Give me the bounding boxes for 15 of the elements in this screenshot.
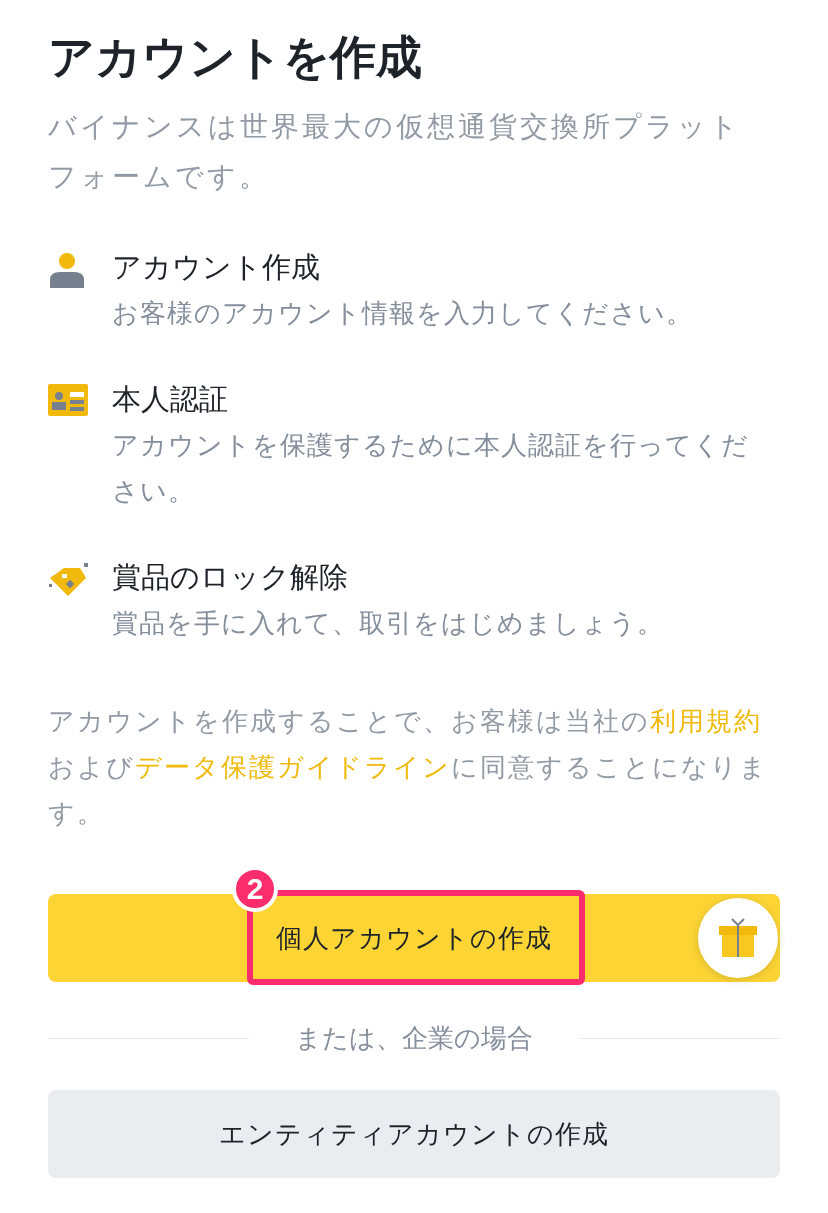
- person-icon: [48, 252, 86, 290]
- page-title: アカウントを作成: [48, 30, 423, 85]
- step-title: 本人認証: [112, 382, 229, 417]
- step-description: お客様のアカウント情報を入力してください。: [112, 297, 694, 330]
- subtitle: バイナンスは世界最大の仮想通貨交換所プラットフォームです。: [48, 110, 742, 194]
- gem-icon: [48, 562, 90, 598]
- id-card-icon: [48, 384, 88, 416]
- step-description: 賞品を手に入れて、取引をはじめましょう。: [112, 607, 665, 640]
- create-entity-account-button[interactable]: エンティティアカウントの作成: [48, 1090, 780, 1178]
- step-title: アカウント作成: [112, 250, 321, 285]
- gift-icon: [717, 917, 759, 959]
- step-title: 賞品のロック解除: [112, 560, 349, 595]
- terms-text: アカウントを作成することで、お客様は当社の利用規約 およびデータ保護ガイドライン に同意することになります。: [48, 705, 769, 830]
- step-description: アカウントを保護するために本人認証を行ってください。: [112, 429, 750, 508]
- divider-text: または、企業の場合: [295, 1022, 533, 1055]
